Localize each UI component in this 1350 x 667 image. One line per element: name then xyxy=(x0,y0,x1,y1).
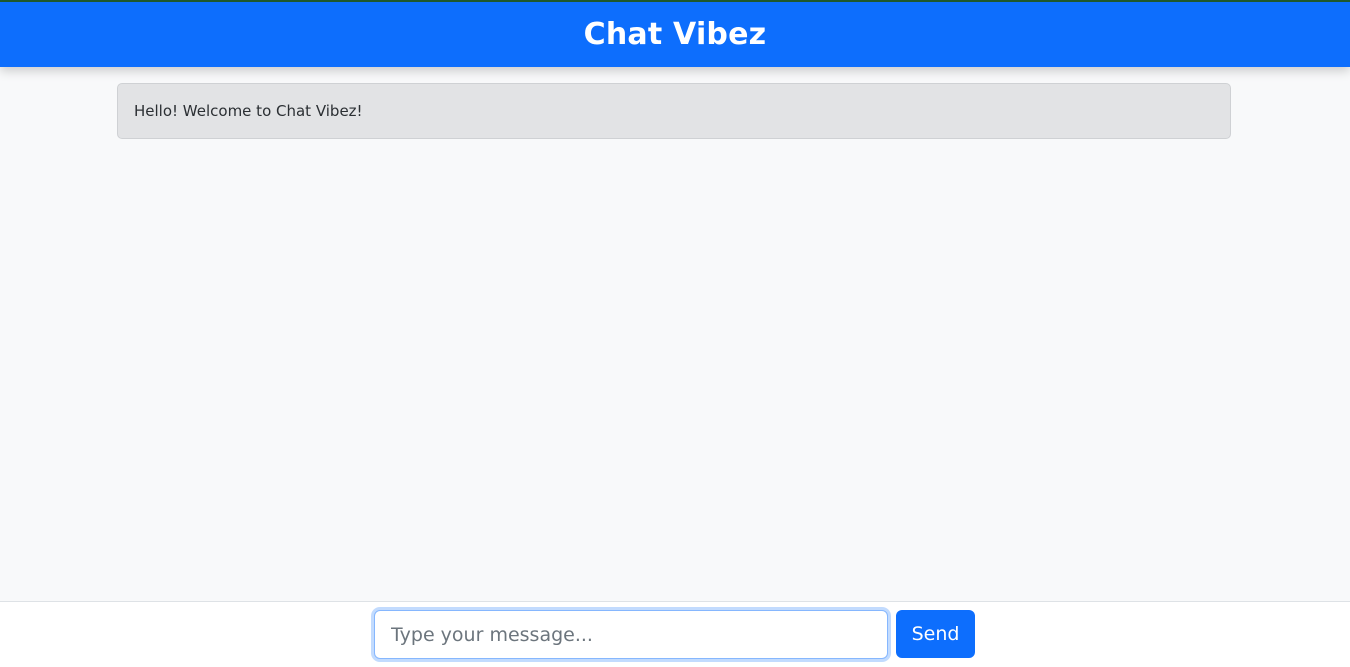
chat-message-text: Hello! Welcome to Chat Vibez! xyxy=(134,102,363,120)
message-input[interactable] xyxy=(374,610,888,659)
chat-messages-area[interactable]: Hello! Welcome to Chat Vibez! xyxy=(0,67,1350,601)
send-button[interactable]: Send xyxy=(896,610,975,658)
message-composer: Send xyxy=(0,601,1350,667)
chat-message: Hello! Welcome to Chat Vibez! xyxy=(117,83,1231,139)
app-header: Chat Vibez xyxy=(0,2,1350,67)
app-title: Chat Vibez xyxy=(583,17,767,52)
